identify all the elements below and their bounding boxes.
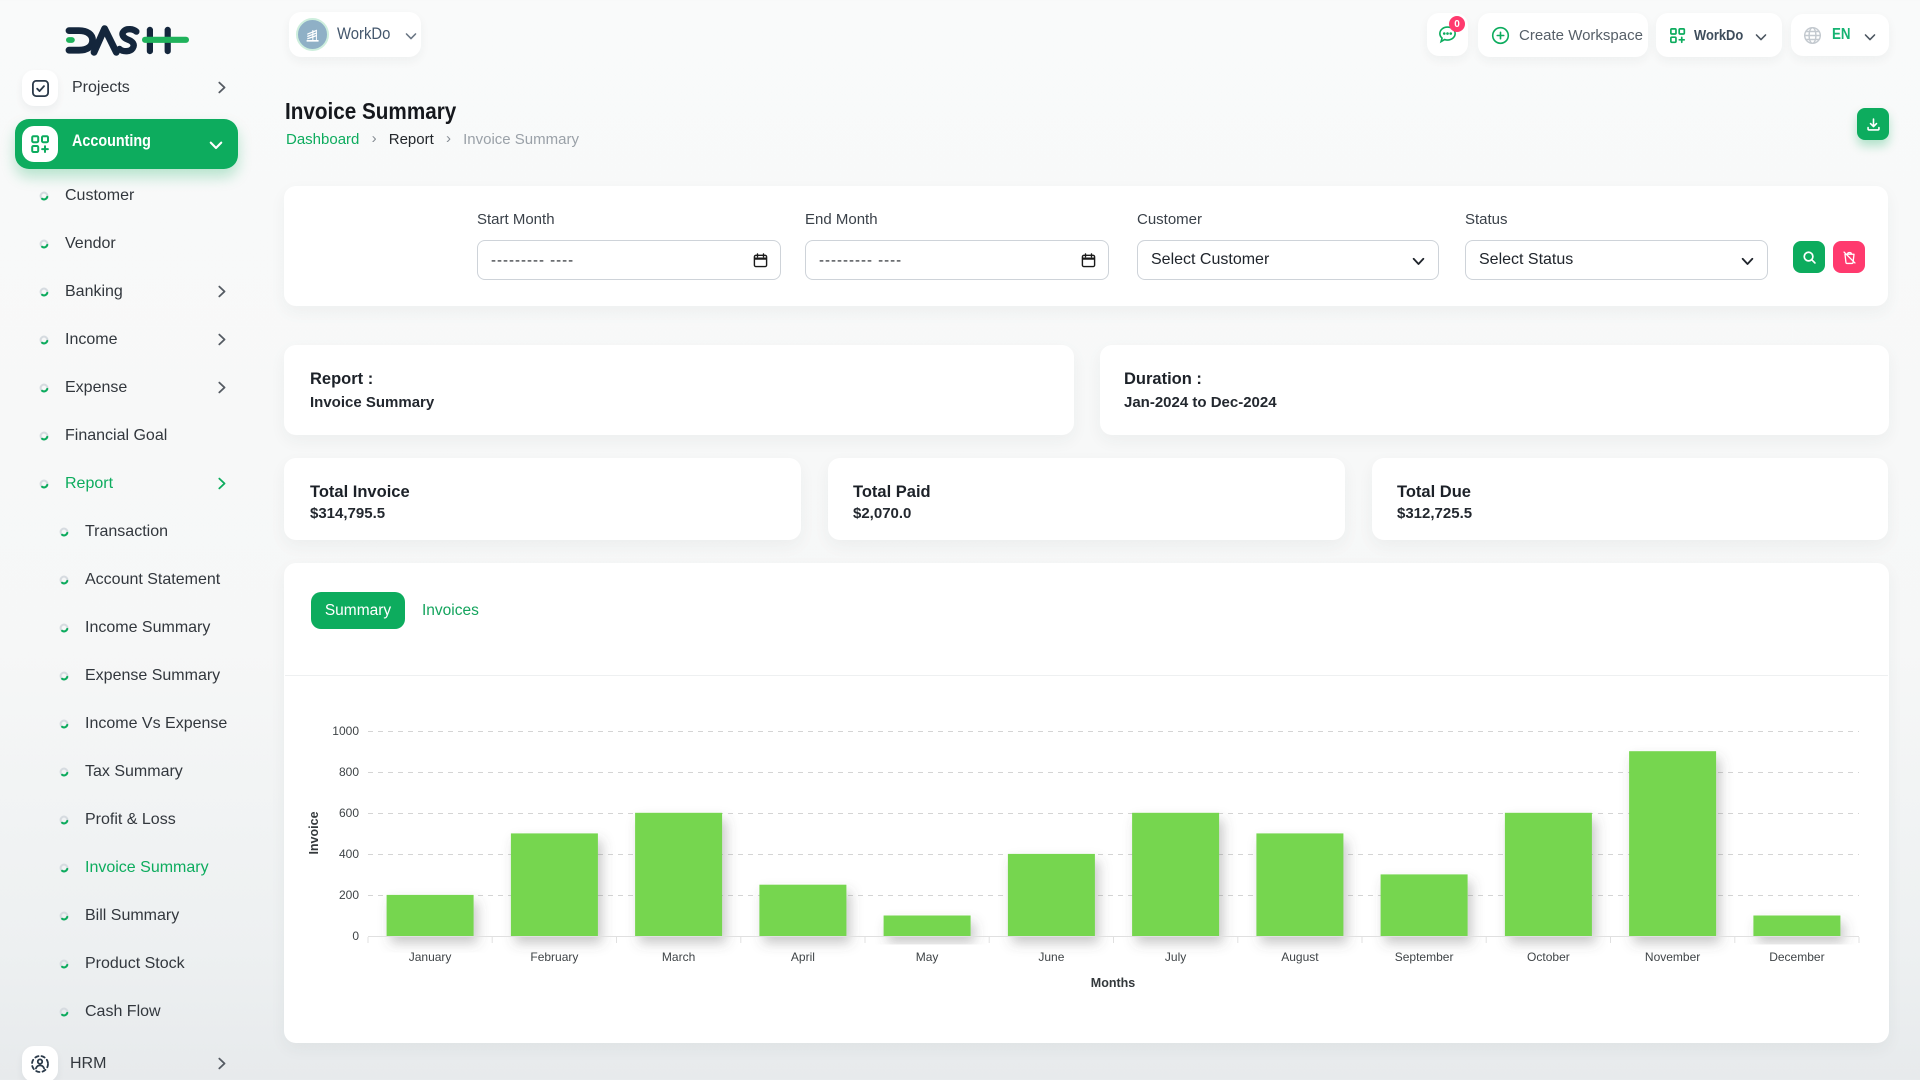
svg-text:January: January [409, 950, 452, 964]
svg-text:March: March [662, 950, 695, 964]
svg-text:Months: Months [1091, 976, 1135, 990]
svg-text:200: 200 [339, 888, 359, 902]
svg-text:December: December [1769, 950, 1824, 964]
svg-text:September: September [1395, 950, 1454, 964]
svg-text:February: February [530, 950, 578, 964]
svg-text:600: 600 [339, 806, 359, 820]
svg-text:Invoice: Invoice [307, 811, 321, 854]
svg-text:June: June [1038, 950, 1064, 964]
svg-text:August: August [1281, 950, 1319, 964]
svg-text:400: 400 [339, 847, 359, 861]
svg-text:November: November [1645, 950, 1700, 964]
svg-text:0: 0 [352, 929, 359, 943]
svg-text:1000: 1000 [332, 724, 359, 738]
svg-text:May: May [916, 950, 939, 964]
svg-text:April: April [791, 950, 815, 964]
svg-text:July: July [1165, 950, 1186, 964]
svg-text:October: October [1527, 950, 1570, 964]
svg-text:800: 800 [339, 765, 359, 779]
